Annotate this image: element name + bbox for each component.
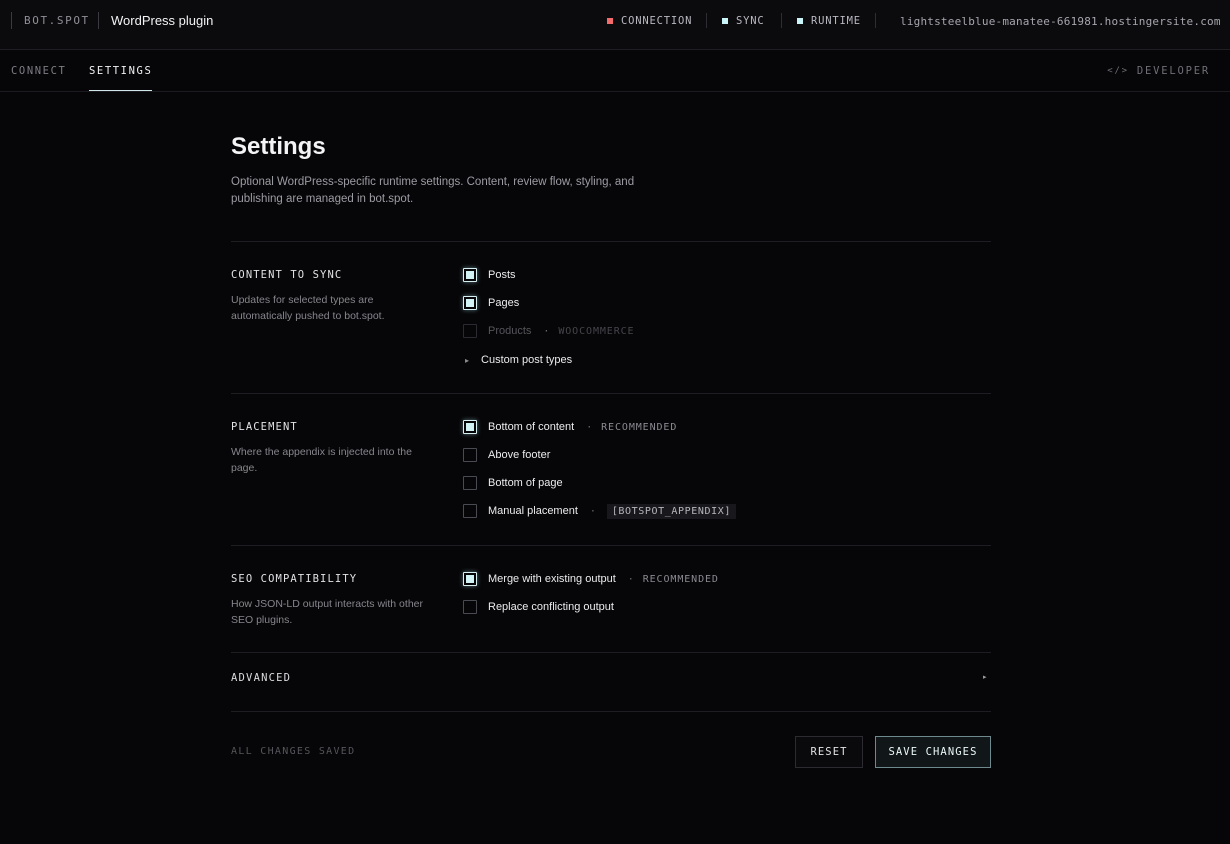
recommended-tag: · RECOMMENDED: [586, 421, 678, 433]
option-label: Bottom of content: [488, 421, 575, 433]
divider: [781, 13, 782, 28]
advanced-toggle[interactable]: ADVANCED: [231, 672, 291, 684]
section-description-placement: Where the appendix is injected into the …: [231, 446, 412, 474]
custom-post-types-toggle[interactable]: ▸ Custom post types: [463, 352, 572, 368]
radio-bottom-of-content[interactable]: [463, 420, 477, 434]
status-dot-icon: [797, 18, 803, 24]
option-products: Products · WOOCOMMERCE: [463, 323, 634, 339]
page-subtitle: Optional WordPress-specific runtime sett…: [231, 176, 635, 205]
status-label: SYNC: [736, 15, 765, 27]
chevron-right-icon[interactable]: ▸: [983, 673, 987, 681]
radio-manual-placement[interactable]: [463, 504, 477, 518]
section-title-placement: PLACEMENT: [231, 421, 298, 433]
save-changes-button[interactable]: SAVE CHANGES: [875, 736, 991, 768]
option-label: Products: [488, 325, 532, 337]
radio-merge-output[interactable]: [463, 572, 477, 586]
shortcode-tag: ·: [589, 505, 597, 517]
status-sync: SYNC: [722, 15, 765, 27]
woocommerce-tag: · WOOCOMMERCE: [543, 325, 635, 337]
option-pages[interactable]: Pages: [463, 295, 519, 311]
tab-connect[interactable]: CONNECT: [11, 65, 66, 77]
reset-button[interactable]: RESET: [795, 736, 863, 768]
option-replace-output[interactable]: Replace conflicting output: [463, 599, 614, 615]
option-above-footer[interactable]: Above footer: [463, 447, 550, 463]
recommended-tag: · RECOMMENDED: [627, 573, 719, 585]
page-title: Settings: [231, 133, 326, 160]
radio-replace-output[interactable]: [463, 600, 477, 614]
checkbox-posts[interactable]: [463, 268, 477, 282]
divider: [231, 393, 991, 394]
active-tab-indicator: [89, 90, 152, 91]
chevron-right-icon: ▸: [465, 355, 470, 365]
section-description-seo: How JSON-LD output interacts with other …: [231, 598, 423, 626]
product-name: WordPress plugin: [111, 13, 214, 28]
brand-divider: [98, 12, 99, 29]
section-title-seo: SEO COMPATIBILITY: [231, 573, 358, 585]
option-label: Merge with existing output: [488, 573, 616, 585]
option-label: Replace conflicting output: [488, 601, 614, 613]
brand-divider: [11, 12, 12, 29]
status-runtime: RUNTIME: [797, 15, 861, 27]
option-bottom-of-page[interactable]: Bottom of page: [463, 475, 563, 491]
divider: [231, 545, 991, 546]
divider: [706, 13, 707, 28]
option-posts[interactable]: Posts: [463, 267, 516, 283]
option-label: Posts: [488, 269, 516, 281]
option-label: Pages: [488, 297, 520, 309]
checkbox-pages[interactable]: [463, 296, 477, 310]
brand-logo[interactable]: BOT.SPOT: [24, 14, 90, 27]
section-title-content: CONTENT TO SYNC: [231, 269, 343, 281]
radio-above-footer[interactable]: [463, 448, 477, 462]
custom-post-types-label: Custom post types: [481, 354, 573, 366]
divider: [875, 13, 876, 28]
option-label: Manual placement: [488, 505, 578, 517]
top-bar: BOT.SPOT WordPress plugin CONNECTION SYN…: [0, 0, 1230, 50]
developer-label: DEVELOPER: [1136, 65, 1210, 77]
option-manual-placement[interactable]: Manual placement · [BOTSPOT_APPENDIX]: [463, 503, 736, 519]
save-status: ALL CHANGES SAVED: [231, 746, 356, 757]
divider: [231, 652, 991, 653]
status-connection: CONNECTION: [607, 15, 692, 27]
tab-bar: CONNECT SETTINGS </> DEVELOPER: [0, 50, 1230, 92]
section-description-content: Updates for selected types are automatic…: [231, 294, 385, 322]
option-label: Above footer: [488, 449, 551, 461]
option-bottom-of-content[interactable]: Bottom of content · RECOMMENDED: [463, 419, 677, 435]
status-label: RUNTIME: [811, 15, 861, 27]
option-label: Bottom of page: [488, 477, 563, 489]
radio-bottom-of-page[interactable]: [463, 476, 477, 490]
site-host[interactable]: lightsteelblue-manatee-661981.hostingers…: [900, 15, 1221, 28]
divider: [231, 711, 991, 712]
option-merge-output[interactable]: Merge with existing output · RECOMMENDED: [463, 571, 719, 587]
code-icon: </>: [1107, 66, 1129, 76]
status-label: CONNECTION: [621, 15, 693, 27]
developer-link[interactable]: </> DEVELOPER: [1107, 65, 1210, 77]
status-dot-icon: [722, 18, 728, 24]
shortcode: [BOTSPOT_APPENDIX]: [606, 503, 736, 519]
checkbox-products: [463, 324, 477, 338]
tab-settings[interactable]: SETTINGS: [89, 65, 152, 77]
divider: [231, 241, 991, 242]
status-dot-icon: [607, 18, 613, 24]
